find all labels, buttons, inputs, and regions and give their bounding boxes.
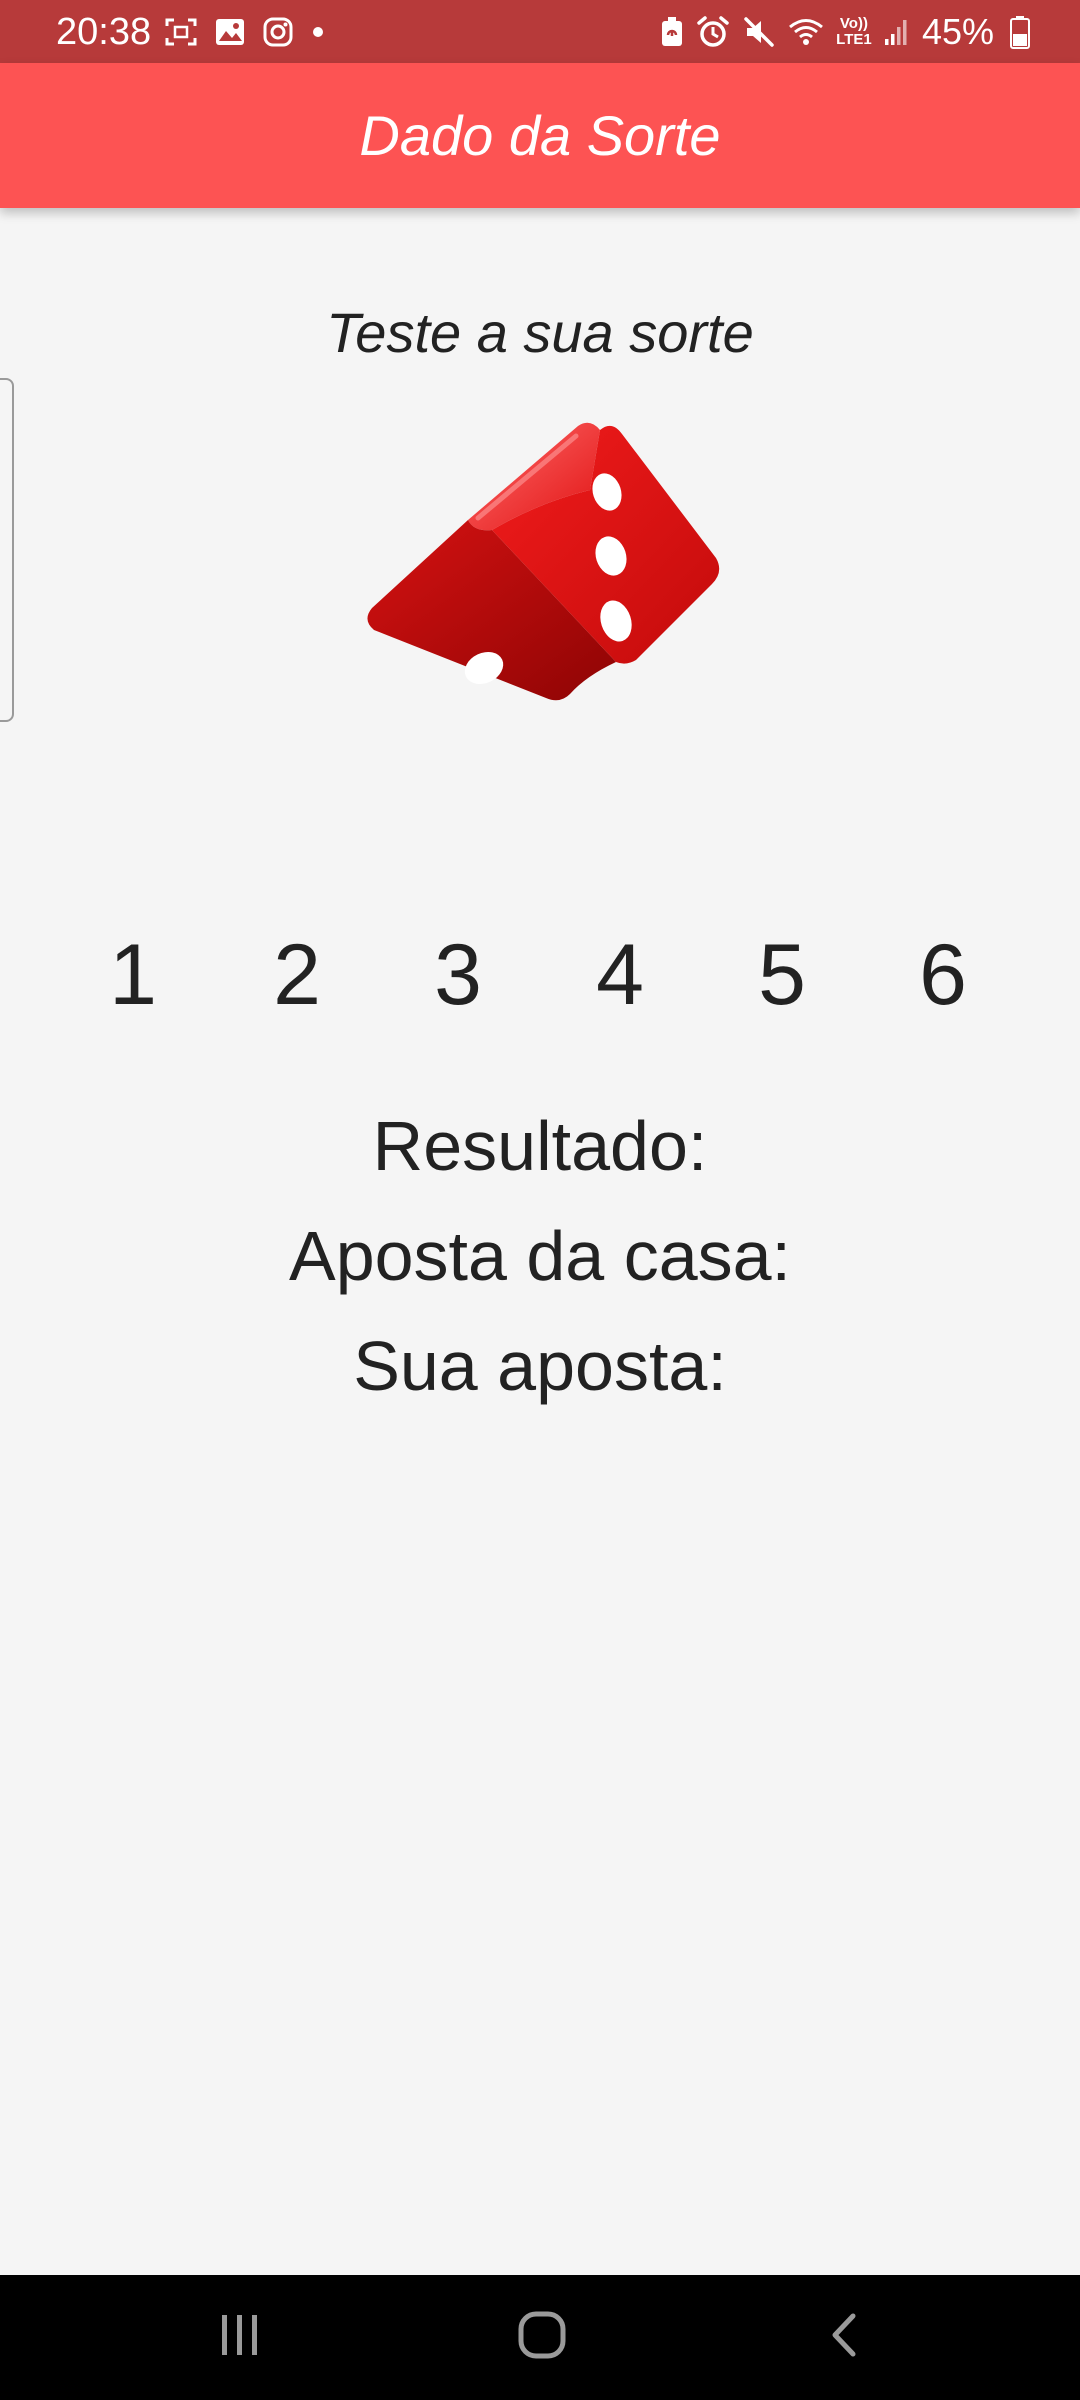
bet-number-row: 1 2 3 4 5 6: [0, 920, 1080, 1030]
battery-saver-icon: [660, 16, 684, 48]
battery-icon: [1010, 15, 1030, 49]
status-left-icons: [164, 12, 342, 52]
notification-dot-icon: [310, 24, 326, 40]
house-bet-label: Aposta da casa:: [289, 1217, 791, 1295]
dice-icon[interactable]: [350, 410, 730, 790]
app-title: Dado da Sorte: [359, 104, 721, 167]
signal-icon: [884, 17, 908, 47]
bet-number-1[interactable]: 1: [73, 920, 193, 1030]
bet-number-5[interactable]: 5: [722, 920, 842, 1030]
bet-number-6[interactable]: 6: [883, 920, 1003, 1030]
volte-label: Vo)): [839, 15, 868, 32]
recent-apps-icon: [218, 2313, 262, 2362]
back-button[interactable]: [784, 2297, 904, 2377]
result-label: Resultado:: [372, 1107, 708, 1185]
instagram-icon: [262, 16, 294, 48]
screen: 20:38 Vo)) LTE1 45% Dado da Sorte Teste …: [0, 0, 1080, 2400]
wifi-icon: [788, 17, 824, 47]
battery-percent: 45%: [921, 11, 994, 52]
back-icon: [829, 2312, 859, 2363]
recent-apps-button[interactable]: [180, 2297, 300, 2377]
status-right-icons: Vo)) LTE1 45%: [648, 10, 1030, 54]
home-icon: [517, 2310, 567, 2365]
screenshot-icon: [164, 17, 198, 47]
bet-number-4[interactable]: 4: [560, 920, 680, 1030]
edge-panel-handle[interactable]: [0, 378, 14, 722]
alarm-icon: [696, 15, 730, 49]
network-type-label: LTE1: [836, 31, 872, 48]
bet-number-2[interactable]: 2: [237, 920, 357, 1030]
home-button[interactable]: [482, 2297, 602, 2377]
navigation-bar: [0, 2275, 1080, 2400]
status-time: 20:38: [56, 11, 152, 53]
your-bet-label: Sua aposta:: [353, 1327, 727, 1405]
subtitle: Teste a sua sorte: [326, 301, 754, 364]
status-bar: 20:38 Vo)) LTE1 45%: [0, 0, 1080, 63]
mute-icon: [742, 15, 776, 49]
app-bar: Dado da Sorte: [0, 63, 1080, 208]
volte-lte-icon: Vo)) LTE1: [836, 16, 872, 48]
bet-number-3[interactable]: 3: [398, 920, 518, 1030]
gallery-icon: [214, 17, 246, 47]
